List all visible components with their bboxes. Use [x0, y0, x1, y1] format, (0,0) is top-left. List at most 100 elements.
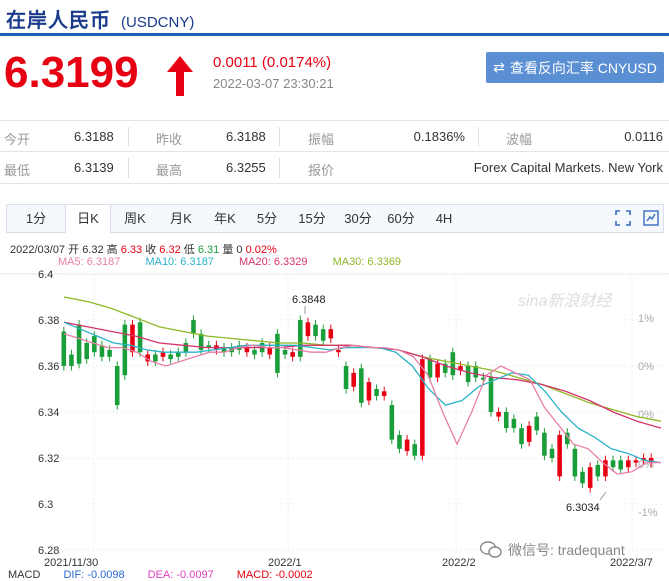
candle-body [275, 333, 280, 373]
candle-body [366, 382, 372, 401]
candle-body [69, 354, 74, 366]
candle-body [313, 324, 318, 337]
candle-body [610, 460, 616, 468]
candle-body [626, 460, 631, 468]
chart-tools [615, 210, 659, 226]
ohlc-change: 0.02% [245, 244, 277, 256]
ohlc-close: 6.32 [159, 244, 181, 256]
candle-body [175, 352, 181, 357]
candle-body [114, 366, 120, 406]
ohlc-high-label: 高 [106, 244, 118, 256]
tab-daily[interactable]: 日K [65, 205, 111, 233]
candle-body [107, 349, 112, 357]
fullscreen-icon[interactable] [615, 210, 631, 226]
ohlc-high: 6.33 [120, 244, 143, 256]
settings-icon[interactable] [643, 210, 659, 226]
min-annotation: 6.3034 [566, 502, 600, 514]
candle-body [572, 448, 578, 477]
max-annotation: 6.3848 [292, 294, 326, 306]
high-value: 6.3255 [226, 160, 266, 175]
candle-body [122, 324, 128, 376]
candle-body [267, 347, 273, 355]
ohlc-open: 6.32 [82, 244, 104, 256]
wechat-id: 微信号: tradequant [508, 542, 625, 558]
wechat-icon [480, 541, 502, 558]
candle-body [496, 412, 501, 417]
quote-source-value: Forex Capital Markets. New York [473, 160, 663, 175]
open-label: 今开 [4, 132, 31, 147]
page-title: 在岸人民币 [6, 10, 111, 32]
tab-yearly[interactable]: 年K [203, 205, 247, 232]
y-tick-label: 6.34 [38, 407, 59, 419]
candle-body [76, 324, 82, 364]
tab-30min[interactable]: 30分 [337, 205, 379, 232]
stats-table: 今开 6.3188 昨收 6.3188 振幅 0.1836% 波幅 0.0116… [0, 120, 669, 184]
y-tick-label: 6.28 [38, 545, 59, 557]
candle-body [618, 460, 623, 470]
candle-body [153, 354, 158, 362]
candle-body [420, 359, 425, 456]
y-tick-label: 6.38 [38, 315, 59, 327]
low-value: 6.3139 [74, 160, 114, 175]
tab-4h[interactable]: 4H [423, 205, 465, 232]
candle-body [168, 354, 173, 360]
candle-body [130, 324, 135, 353]
candle-body [633, 460, 639, 463]
reverse-rate-button[interactable]: ⇄ 查看反向汇率 CNYUSD [486, 52, 664, 83]
stats-row-2: 最低 6.3139 最高 6.3255 报价 Forex Capital Mar… [0, 152, 669, 184]
right-tick-label: 1% [638, 313, 654, 325]
x-tick-label: 2022/1 [268, 557, 302, 566]
swap-icon: ⇄ [493, 59, 505, 75]
price-change: 0.0011 (0.0174%) [213, 54, 332, 71]
open-value: 6.3188 [74, 129, 114, 144]
macd-dif: DIF: -0.0098 [63, 569, 125, 581]
tab-1min[interactable]: 1分 [7, 205, 65, 232]
candle-body [435, 363, 440, 378]
ohlc-low-label: 低 [183, 244, 195, 256]
candle-body [374, 389, 379, 396]
candle-body [549, 448, 555, 458]
candle-body [465, 366, 471, 383]
quote-timestamp: 2022-03-07 23:30:21 [213, 76, 334, 91]
divider [279, 158, 280, 178]
candle-body [305, 322, 311, 337]
candlestick-chart[interactable]: 6.46.386.366.346.326.36.281%0%0%0%-1%sin… [0, 266, 669, 566]
y-tick-label: 6.4 [38, 269, 53, 281]
stats-row-1: 今开 6.3188 昨收 6.3188 振幅 0.1836% 波幅 0.0116 [0, 120, 669, 152]
candle-body [183, 343, 189, 353]
ohlc-volume-label: 量 [222, 244, 234, 256]
x-tick-label: 2022/2 [442, 557, 476, 566]
ohlc-close-label: 收 [145, 244, 157, 256]
up-arrow-icon [167, 56, 193, 96]
wechat-watermark: 微信号: tradequant [480, 540, 625, 560]
tab-15min[interactable]: 15分 [287, 205, 337, 232]
amplitude-label: 振幅 [308, 132, 335, 147]
candle-body [450, 352, 456, 376]
tab-monthly[interactable]: 月K [159, 205, 203, 232]
ohlc-low: 6.31 [197, 244, 220, 256]
candle-body [526, 425, 532, 442]
current-price: 6.3199 [4, 48, 139, 97]
ohlc-info: 2022/03/07 开 6.32 高 6.33 收 6.32 低 6.31 量… [10, 241, 277, 257]
candle-body [336, 349, 341, 353]
prev-close-label: 昨收 [156, 132, 183, 147]
tab-60min[interactable]: 60分 [379, 205, 423, 232]
symbol-code: (USDCNY) [121, 14, 195, 31]
candle-body [61, 331, 67, 366]
high-label: 最高 [156, 163, 183, 178]
period-tabs: 1分 日K 周K 月K 年K 5分 15分 30分 60分 4H [6, 204, 664, 233]
candle-body [282, 349, 288, 355]
candle-body [381, 391, 387, 396]
min-pointer [599, 491, 607, 501]
candle-body [519, 428, 524, 445]
macd-dea: DEA: -0.0097 [147, 569, 214, 581]
candle-body [389, 405, 395, 440]
divider [128, 127, 129, 147]
candle-body [359, 368, 364, 403]
macd-label: MACD [8, 569, 41, 581]
tab-5min[interactable]: 5分 [247, 205, 287, 232]
tab-weekly[interactable]: 周K [111, 205, 159, 232]
y-tick-label: 6.36 [38, 361, 59, 373]
candle-body [587, 467, 593, 488]
divider [128, 158, 129, 178]
